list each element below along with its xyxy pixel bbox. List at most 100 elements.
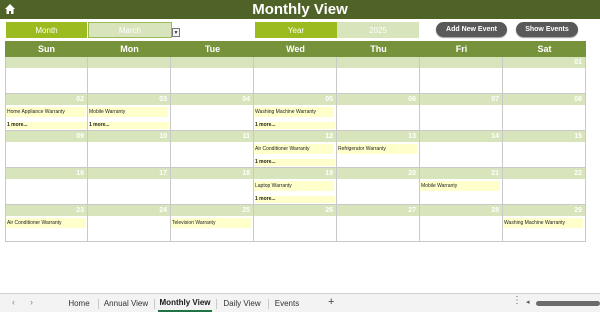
calendar-day-cell[interactable]: 14 [420, 131, 503, 168]
event-item[interactable]: Mobile Warranty [420, 181, 500, 191]
calendar-day-cell[interactable]: 17 [88, 168, 171, 205]
calendar-day-cell[interactable]: 07 [420, 94, 503, 131]
scroll-right-icon[interactable]: › [30, 297, 33, 307]
more-events-link[interactable]: 1 more... [255, 122, 335, 129]
day-number: 29 [503, 205, 585, 216]
tab-events[interactable]: Events [272, 294, 302, 312]
calendar-day-cell[interactable] [254, 57, 337, 94]
calendar-day-cell[interactable]: 23 Air Conditioner Warranty [5, 205, 88, 242]
day-body [337, 179, 419, 204]
day-number: 12 [254, 131, 336, 142]
day-number: 17 [88, 168, 170, 179]
calendar-day-cell[interactable]: 29 Washing Machine Warranty [503, 205, 586, 242]
calendar-day-cell[interactable]: 03 Mobile Warranty 1 more... [88, 94, 171, 131]
calendar-day-cell[interactable] [88, 57, 171, 94]
calendar-day-cell[interactable] [5, 57, 88, 94]
day-number [254, 57, 336, 68]
calendar-day-cell[interactable]: 13 Refrigerator Warranty [337, 131, 420, 168]
calendar-day-cell[interactable]: 10 [88, 131, 171, 168]
event-item[interactable]: Air Conditioner Warranty [6, 218, 86, 228]
calendar-day-cell[interactable] [337, 57, 420, 94]
calendar-day-cell[interactable]: 06 [337, 94, 420, 131]
scroll-left-arrow-icon[interactable]: ◂ [526, 298, 530, 306]
day-number: 21 [420, 168, 502, 179]
tab-annual-view[interactable]: Annual View [100, 294, 152, 312]
calendar-day-cell[interactable]: 05 Washing Machine Warranty 1 more... [254, 94, 337, 131]
day-number: 23 [6, 205, 87, 216]
calendar-day-cell[interactable]: 27 [337, 205, 420, 242]
calendar-day-cell[interactable]: 22 [503, 168, 586, 205]
day-number [88, 57, 170, 68]
day-number: 25 [171, 205, 253, 216]
event-item[interactable]: Refrigerator Warranty [337, 144, 417, 154]
calendar-day-cell[interactable]: 16 [5, 168, 88, 205]
show-events-button[interactable]: Show Events [516, 22, 578, 37]
calendar-day-cell[interactable]: 01 [503, 57, 586, 94]
sheet-tab-bar: ‹ › Home Annual View Monthly View Daily … [0, 293, 600, 312]
event-item[interactable]: Air Conditioner Warranty [254, 144, 334, 154]
day-number: 20 [337, 168, 419, 179]
calendar-day-cell[interactable]: 04 [171, 94, 254, 131]
tab-monthly-view[interactable]: Monthly View [158, 294, 212, 312]
chevron-down-icon[interactable]: ▼ [172, 28, 180, 37]
horizontal-scrollbar[interactable] [536, 301, 600, 306]
year-field[interactable]: 2025 [337, 22, 419, 38]
day-body [503, 179, 585, 204]
calendar-day-cell[interactable]: 09 [5, 131, 88, 168]
day-body [171, 179, 253, 204]
day-body [420, 68, 502, 93]
event-item[interactable]: Television Warranty [171, 218, 251, 228]
calendar-day-cell[interactable]: 25 Television Warranty [171, 205, 254, 242]
day-body [88, 68, 170, 93]
calendar-day-cell[interactable]: 19 Laptop Warranty 1 more... [254, 168, 337, 205]
tab-daily-view[interactable]: Daily View [220, 294, 264, 312]
calendar-day-cell[interactable]: 24 [88, 205, 171, 242]
event-item[interactable]: Home Appliance Warranty [6, 107, 86, 117]
calendar-day-cell[interactable]: 02 Home Appliance Warranty 1 more... [5, 94, 88, 131]
weekday-mon: Mon [120, 44, 139, 54]
more-events-link[interactable]: 1 more... [89, 122, 169, 129]
event-item[interactable]: Mobile Warranty [88, 107, 168, 117]
event-item[interactable]: Laptop Warranty [254, 181, 334, 191]
day-body [337, 105, 419, 130]
add-sheet-icon[interactable]: + [328, 296, 334, 308]
weekday-fri: Fri [455, 44, 468, 54]
calendar-day-cell[interactable]: 08 [503, 94, 586, 131]
day-number: 06 [337, 94, 419, 105]
day-number: 15 [503, 131, 585, 142]
day-number: 18 [171, 168, 253, 179]
calendar-day-cell[interactable]: 15 [503, 131, 586, 168]
day-number: 22 [503, 168, 585, 179]
day-number [6, 57, 87, 68]
more-events-link[interactable]: 1 more... [255, 159, 335, 166]
day-body [6, 68, 87, 93]
calendar-day-cell[interactable]: 28 [420, 205, 503, 242]
tab-home[interactable]: Home [62, 294, 96, 312]
event-item[interactable]: Washing Machine Warranty [503, 218, 583, 228]
day-number: 26 [254, 205, 336, 216]
more-events-link[interactable]: 1 more... [7, 122, 87, 129]
day-body: Mobile Warranty [420, 179, 502, 204]
calendar-day-cell[interactable]: 18 [171, 168, 254, 205]
day-body: Laptop Warranty 1 more... [254, 179, 336, 204]
calendar-day-cell[interactable] [420, 57, 503, 94]
calendar-day-cell[interactable]: 12 Air Conditioner Warranty 1 more... [254, 131, 337, 168]
calendar-grid: Sun Mon Tue Wed Thu Fri Sat 01 02 Home App… [5, 41, 586, 242]
day-body [420, 142, 502, 167]
scroll-left-icon[interactable]: ‹ [12, 297, 15, 307]
event-item[interactable]: Washing Machine Warranty [254, 107, 334, 117]
day-body [171, 68, 253, 93]
more-events-link[interactable]: 1 more... [255, 196, 335, 203]
calendar-day-cell[interactable]: 20 [337, 168, 420, 205]
calendar-day-cell[interactable] [171, 57, 254, 94]
calendar-day-cell[interactable]: 26 [254, 205, 337, 242]
more-options-icon[interactable]: ⋮ [512, 295, 522, 306]
weekday-sun: Sun [38, 44, 55, 54]
home-icon[interactable] [4, 3, 16, 15]
calendar-weeks: 01 02 Home Appliance Warranty 1 more... 03 Mo… [5, 57, 586, 242]
calendar-day-cell[interactable]: 21 Mobile Warranty [420, 168, 503, 205]
calendar-day-cell[interactable]: 11 [171, 131, 254, 168]
add-new-event-button[interactable]: Add New Event [436, 22, 507, 37]
month-select[interactable]: March [88, 22, 172, 38]
day-number: 27 [337, 205, 419, 216]
